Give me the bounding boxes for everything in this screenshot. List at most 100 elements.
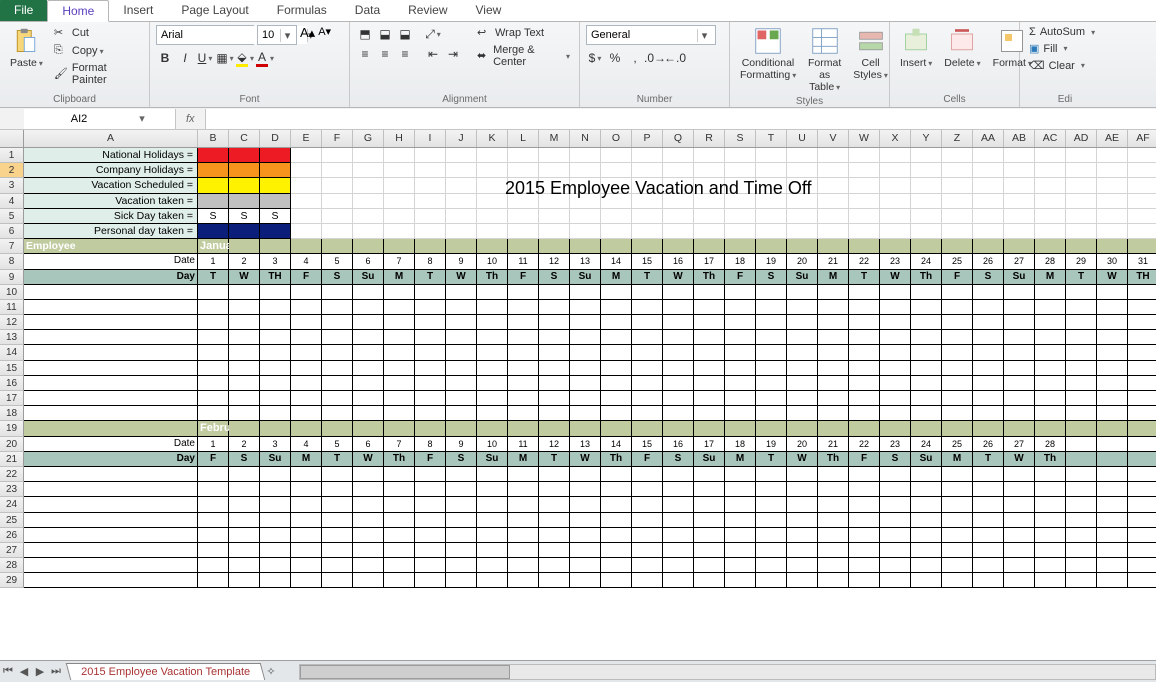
cell[interactable]	[477, 239, 508, 254]
cell[interactable]	[694, 406, 725, 421]
cell[interactable]	[663, 513, 694, 528]
cell[interactable]	[725, 345, 756, 360]
cell[interactable]	[322, 467, 353, 482]
cell[interactable]	[477, 376, 508, 391]
cell[interactable]	[322, 224, 353, 239]
cell[interactable]	[539, 406, 570, 421]
cell[interactable]	[1097, 513, 1128, 528]
cell[interactable]	[973, 330, 1004, 345]
insert-cells-button[interactable]: Insert	[896, 25, 936, 71]
cell[interactable]	[229, 421, 260, 436]
cell[interactable]	[415, 330, 446, 345]
cell[interactable]	[849, 421, 880, 436]
cell[interactable]: 22	[849, 254, 880, 269]
cell[interactable]: Date	[24, 254, 198, 269]
cell[interactable]	[508, 528, 539, 543]
cell[interactable]	[632, 209, 663, 224]
cell[interactable]: TH	[1128, 270, 1156, 285]
cell[interactable]	[911, 391, 942, 406]
cell[interactable]	[911, 194, 942, 209]
cell[interactable]	[1066, 345, 1097, 360]
cell[interactable]	[1035, 194, 1066, 209]
cell[interactable]	[322, 239, 353, 254]
cell[interactable]	[880, 558, 911, 573]
cell[interactable]	[322, 345, 353, 360]
cell[interactable]: M	[508, 452, 539, 467]
cell[interactable]	[539, 148, 570, 163]
cell[interactable]: 13	[570, 254, 601, 269]
cell[interactable]	[1097, 391, 1128, 406]
cell[interactable]	[663, 239, 694, 254]
cell[interactable]	[446, 558, 477, 573]
column-headers[interactable]: ABCDEFGHIJKLMNOPQRSTUVWXYZAAABACADAEAF	[24, 130, 1156, 148]
cell[interactable]	[384, 224, 415, 239]
cell[interactable]: 3	[260, 437, 291, 452]
cell[interactable]: 20	[787, 437, 818, 452]
cell[interactable]	[291, 467, 322, 482]
cell[interactable]: S	[198, 209, 229, 224]
cell[interactable]	[260, 361, 291, 376]
cell[interactable]: T	[539, 452, 570, 467]
cell[interactable]	[725, 558, 756, 573]
cell[interactable]	[415, 528, 446, 543]
cell[interactable]	[880, 163, 911, 178]
cell[interactable]	[291, 543, 322, 558]
cell[interactable]	[415, 513, 446, 528]
cell[interactable]	[229, 543, 260, 558]
cell[interactable]	[198, 300, 229, 315]
cell[interactable]	[353, 194, 384, 209]
cell[interactable]	[849, 209, 880, 224]
cell[interactable]	[477, 361, 508, 376]
cell[interactable]	[1128, 406, 1156, 421]
cell[interactable]	[942, 543, 973, 558]
row-header[interactable]: 22	[0, 467, 24, 482]
cell[interactable]	[756, 543, 787, 558]
cell[interactable]	[973, 391, 1004, 406]
cell[interactable]	[353, 573, 384, 588]
cell[interactable]: 24	[911, 437, 942, 452]
cell[interactable]: 21	[818, 254, 849, 269]
cell[interactable]	[539, 239, 570, 254]
cell[interactable]	[694, 573, 725, 588]
paste-button[interactable]: Paste	[6, 25, 47, 71]
cell[interactable]	[353, 497, 384, 512]
cell[interactable]	[601, 543, 632, 558]
cell[interactable]	[446, 376, 477, 391]
cell[interactable]	[198, 406, 229, 421]
cell[interactable]	[849, 194, 880, 209]
cell[interactable]	[911, 513, 942, 528]
formula-input[interactable]	[205, 109, 1156, 129]
cell[interactable]	[880, 573, 911, 588]
cell[interactable]: 23	[880, 254, 911, 269]
cell[interactable]	[508, 300, 539, 315]
cell[interactable]	[539, 467, 570, 482]
chevron-down-icon[interactable]: ▾	[134, 112, 150, 125]
cell[interactable]	[1128, 148, 1156, 163]
cell[interactable]	[911, 482, 942, 497]
new-sheet-button[interactable]: ✧	[263, 665, 279, 678]
cell[interactable]: Su	[260, 452, 291, 467]
cell[interactable]	[880, 178, 911, 193]
cell[interactable]	[694, 421, 725, 436]
cell[interactable]	[260, 345, 291, 360]
cell[interactable]	[880, 513, 911, 528]
cell[interactable]	[725, 163, 756, 178]
cell[interactable]	[539, 163, 570, 178]
cell[interactable]	[880, 482, 911, 497]
cell[interactable]	[384, 391, 415, 406]
cell[interactable]	[1128, 391, 1156, 406]
cell[interactable]	[1066, 513, 1097, 528]
cell[interactable]	[1097, 209, 1128, 224]
cell[interactable]	[911, 497, 942, 512]
cell[interactable]	[291, 178, 322, 193]
cell[interactable]	[291, 300, 322, 315]
cell[interactable]	[601, 361, 632, 376]
cell[interactable]	[1128, 300, 1156, 315]
cell[interactable]: W	[880, 270, 911, 285]
tab-formulas[interactable]: Formulas	[263, 0, 341, 21]
cell[interactable]: 19	[756, 254, 787, 269]
cell[interactable]: Th	[601, 452, 632, 467]
cell[interactable]	[632, 528, 663, 543]
align-top-button[interactable]: ⬒	[356, 25, 374, 43]
cell[interactable]	[849, 391, 880, 406]
